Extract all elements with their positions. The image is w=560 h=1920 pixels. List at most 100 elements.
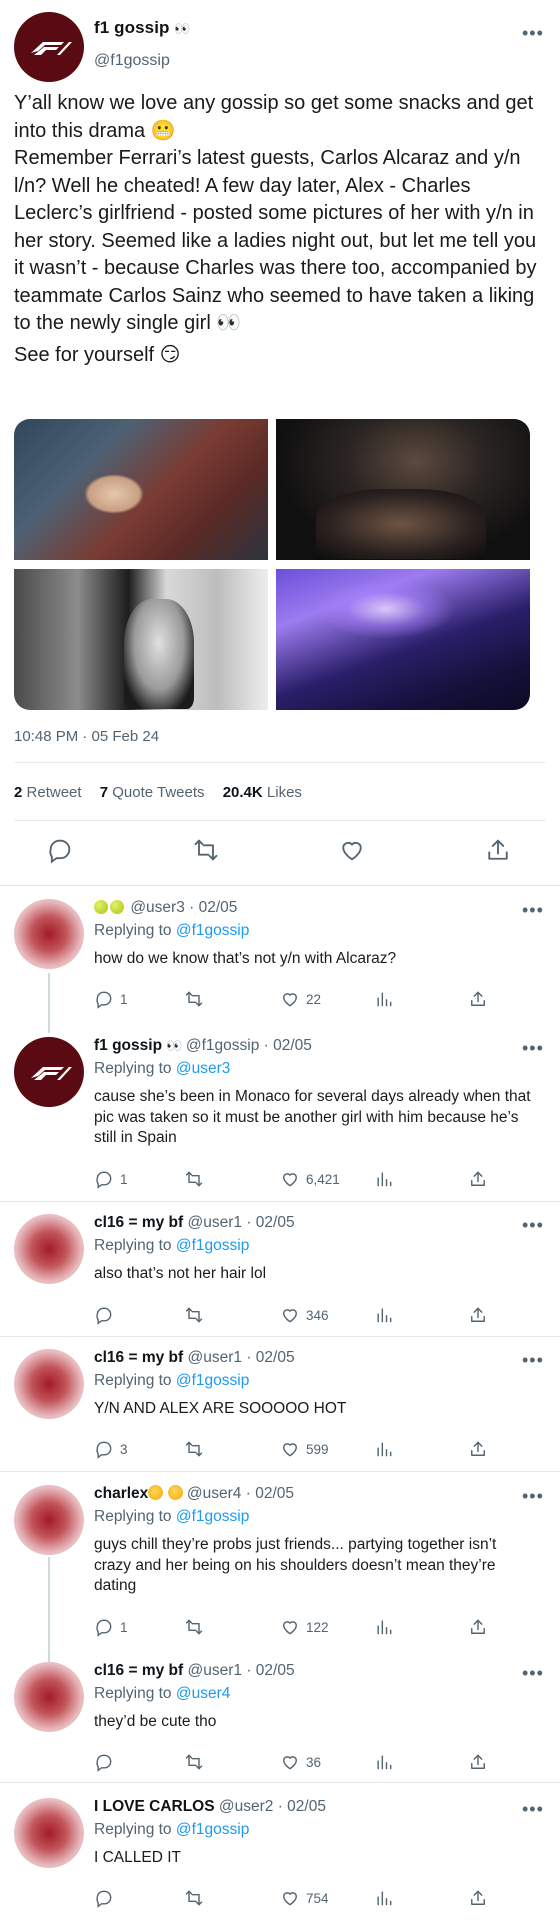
- reply-author-name[interactable]: cl16 = my bf: [94, 1349, 183, 1366]
- like-button[interactable]: 754: [280, 1886, 329, 1910]
- more-icon[interactable]: •••: [522, 1487, 544, 1505]
- reply-author-name[interactable]: cl16 = my bf: [94, 1662, 183, 1679]
- avatar[interactable]: [14, 1214, 84, 1284]
- share-button[interactable]: [468, 1303, 488, 1327]
- like-button[interactable]: 599: [280, 1437, 329, 1461]
- reply-button[interactable]: 1: [94, 1615, 128, 1639]
- replying-to: Replying to @f1gossip: [94, 1237, 249, 1255]
- reply-author-name[interactable]: charlex: [94, 1485, 148, 1502]
- more-icon[interactable]: •••: [522, 901, 544, 919]
- reply-icon[interactable]: [46, 836, 76, 866]
- author-name[interactable]: f1 gossip 👀: [94, 18, 191, 38]
- views-button[interactable]: [374, 1615, 394, 1639]
- share-button[interactable]: [468, 987, 488, 1011]
- replying-to-link[interactable]: @user3: [176, 1060, 231, 1077]
- photo-1[interactable]: [14, 419, 268, 560]
- views-button[interactable]: [374, 1886, 394, 1910]
- share-button[interactable]: [468, 1167, 488, 1191]
- more-icon[interactable]: •••: [522, 1664, 544, 1682]
- like-button[interactable]: 6,421: [280, 1167, 340, 1191]
- like-button[interactable]: 346: [280, 1303, 329, 1327]
- views-button[interactable]: [374, 1437, 394, 1461]
- retweet-button[interactable]: [184, 1303, 204, 1327]
- reply-handle[interactable]: @user4: [187, 1485, 242, 1502]
- tennis-ball-emoji: [110, 900, 124, 914]
- replying-to-link[interactable]: @f1gossip: [176, 1508, 249, 1525]
- retweet-icon[interactable]: [192, 836, 222, 866]
- share-icon[interactable]: [484, 836, 514, 866]
- heart-icon[interactable]: [338, 836, 368, 866]
- avatar[interactable]: [14, 899, 84, 969]
- reply-button[interactable]: [94, 1303, 114, 1327]
- like-button[interactable]: 122: [280, 1615, 329, 1639]
- reply-tweet[interactable]: cl16 = my bf @user1 · 02/05 ••• Replying…: [0, 1214, 560, 1334]
- f1-logo-avatar[interactable]: [14, 1037, 84, 1107]
- reply-button[interactable]: 1: [94, 1167, 128, 1191]
- reply-author-name[interactable]: f1 gossip: [94, 1037, 162, 1054]
- retweet-button[interactable]: [184, 1167, 204, 1191]
- reply-handle[interactable]: @f1gossip: [186, 1037, 259, 1054]
- more-icon[interactable]: •••: [522, 1039, 544, 1057]
- views-button[interactable]: [374, 1167, 394, 1191]
- quote-stat[interactable]: 7 Quote Tweets: [100, 784, 205, 801]
- reply-tweet[interactable]: @user3 · 02/05 ••• Replying to @f1gossip…: [0, 899, 560, 1019]
- reply-tweet[interactable]: cl16 = my bf @user1 · 02/05 ••• Replying…: [0, 1349, 560, 1469]
- avatar[interactable]: [14, 1662, 84, 1732]
- retweet-button[interactable]: [184, 1750, 204, 1774]
- eyes-emoji: 👀: [166, 1038, 182, 1053]
- author-handle[interactable]: @f1gossip: [94, 52, 170, 70]
- reply-button[interactable]: 1: [94, 987, 128, 1011]
- retweet-stat[interactable]: 2 Retweet: [14, 784, 82, 801]
- photo-2[interactable]: [276, 419, 530, 560]
- share-button[interactable]: [468, 1750, 488, 1774]
- more-icon[interactable]: •••: [522, 24, 544, 42]
- reply-handle[interactable]: @user3: [130, 899, 185, 916]
- reply-button[interactable]: [94, 1886, 114, 1910]
- replying-to-link[interactable]: @f1gossip: [176, 922, 249, 939]
- replying-to-link[interactable]: @user4: [176, 1685, 231, 1702]
- retweet-button[interactable]: [184, 1437, 204, 1461]
- share-button[interactable]: [468, 1615, 488, 1639]
- views-button[interactable]: [374, 1303, 394, 1327]
- reply-handle[interactable]: @user2: [219, 1798, 274, 1815]
- reply-handle[interactable]: @user1: [187, 1214, 242, 1231]
- retweet-button[interactable]: [184, 1615, 204, 1639]
- tweet-timestamp[interactable]: 10:48 PM · 05 Feb 24: [14, 728, 159, 745]
- avatar[interactable]: [14, 1798, 84, 1868]
- photo-3[interactable]: [14, 569, 268, 710]
- retweet-button[interactable]: [184, 987, 204, 1011]
- replying-to-link[interactable]: @f1gossip: [176, 1821, 249, 1838]
- more-icon[interactable]: •••: [522, 1351, 544, 1369]
- reply-button[interactable]: 3: [94, 1437, 128, 1461]
- more-icon[interactable]: •••: [522, 1216, 544, 1234]
- share-button[interactable]: [468, 1886, 488, 1910]
- reply-handle[interactable]: @user1: [187, 1662, 242, 1679]
- views-button[interactable]: [374, 1750, 394, 1774]
- photo-4[interactable]: [276, 569, 530, 710]
- reply-author-name[interactable]: I LOVE CARLOS: [94, 1798, 215, 1815]
- share-button[interactable]: [468, 1437, 488, 1461]
- reply-tweet[interactable]: cl16 = my bf @user1 · 02/05 ••• Replying…: [0, 1662, 560, 1782]
- retweet-button[interactable]: [184, 1886, 204, 1910]
- replying-label: Replying to: [94, 1060, 172, 1077]
- avatar[interactable]: [14, 1485, 84, 1555]
- reply-tweet[interactable]: I LOVE CARLOS @user2 · 02/05 ••• Replyin…: [0, 1798, 560, 1918]
- reply-date: · 02/05: [246, 1349, 295, 1366]
- like-button[interactable]: 36: [280, 1750, 321, 1774]
- eyes-emoji: 👀: [174, 21, 190, 36]
- reply-author-name[interactable]: cl16 = my bf: [94, 1214, 183, 1231]
- replying-to: Replying to @user4: [94, 1685, 230, 1703]
- f1-logo-avatar[interactable]: [14, 12, 84, 82]
- reply-button[interactable]: [94, 1750, 114, 1774]
- replying-to-link[interactable]: @f1gossip: [176, 1372, 249, 1389]
- like-button[interactable]: 22: [280, 987, 321, 1011]
- reply-tweet[interactable]: charlex @user4 · 02/05 ••• Replying to @…: [0, 1485, 560, 1645]
- divider: [14, 820, 546, 821]
- views-button[interactable]: [374, 987, 394, 1011]
- likes-stat[interactable]: 20.4K Likes: [223, 784, 302, 801]
- more-icon[interactable]: •••: [522, 1800, 544, 1818]
- replying-to-link[interactable]: @f1gossip: [176, 1237, 249, 1254]
- reply-tweet[interactable]: f1 gossip 👀 @f1gossip · 02/05 ••• Replyi…: [0, 1037, 560, 1195]
- avatar[interactable]: [14, 1349, 84, 1419]
- reply-handle[interactable]: @user1: [187, 1349, 242, 1366]
